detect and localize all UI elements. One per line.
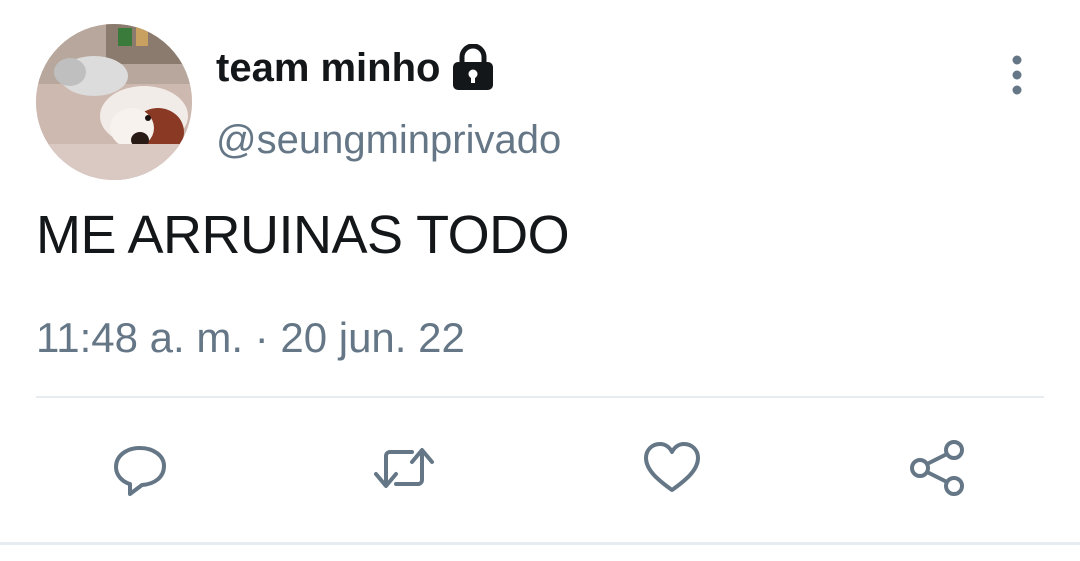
- user-handle[interactable]: @seungminprivado: [216, 118, 561, 163]
- divider: [36, 396, 1044, 398]
- tweet-date: 20 jun. 22: [280, 314, 465, 361]
- display-name[interactable]: team minho: [216, 44, 496, 92]
- more-vertical-icon: [1012, 55, 1022, 95]
- avatar-image: [36, 24, 192, 180]
- share-button[interactable]: [906, 436, 970, 500]
- heart-icon: [644, 442, 700, 492]
- meta-separator: ·: [254, 314, 269, 361]
- tweet-text: ME ARRUINAS TODO: [36, 205, 570, 265]
- tweet-timestamp: 11:48 a. m. · 20 jun. 22: [36, 314, 465, 362]
- retweet-button[interactable]: [372, 436, 436, 500]
- divider-bottom: [0, 542, 1080, 545]
- tweet-card: team minho @seungminprivado ME ARRUINAS …: [0, 0, 1080, 561]
- lock-icon: [450, 44, 496, 92]
- reply-icon: [114, 446, 166, 496]
- like-button[interactable]: [640, 436, 704, 500]
- avatar[interactable]: [36, 24, 192, 180]
- more-options-button[interactable]: [996, 50, 1038, 100]
- tweet-time: 11:48 a. m.: [36, 314, 244, 361]
- share-icon: [910, 440, 964, 496]
- retweet-icon: [374, 448, 434, 488]
- display-name-text: team minho: [216, 45, 441, 90]
- reply-button[interactable]: [108, 436, 172, 500]
